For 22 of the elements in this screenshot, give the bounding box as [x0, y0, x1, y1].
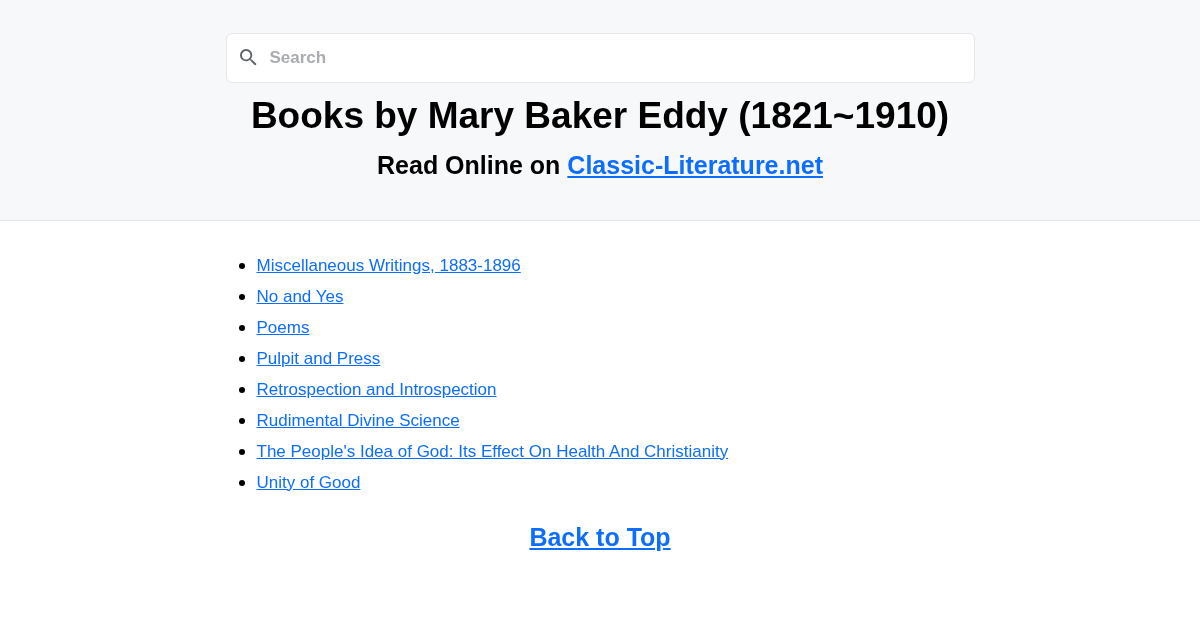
book-link[interactable]: Miscellaneous Writings, 1883-1896: [256, 254, 521, 277]
book-link[interactable]: The People's Idea of God: Its Effect On Health And Christianity: [256, 440, 729, 463]
bullet-icon: [238, 386, 245, 393]
book-link[interactable]: Rudimental Divine Science: [256, 409, 460, 432]
back-to-top-link[interactable]: Back to Top: [529, 520, 671, 554]
page-title: Books by Mary Baker Eddy (1821~1910): [250, 94, 950, 138]
bullet-icon: [238, 293, 245, 300]
site-link[interactable]: Classic-Literature.net: [567, 151, 823, 179]
bullet-icon: [238, 262, 245, 269]
book-link[interactable]: Unity of Good: [256, 471, 361, 494]
bullet-icon: [238, 324, 245, 331]
bullet-icon: [238, 479, 245, 486]
subtitle: Read Online on Classic-Literature.net: [377, 150, 823, 180]
book-link[interactable]: Pulpit and Press: [256, 347, 381, 370]
bullet-icon: [238, 448, 245, 455]
bullet-icon: [238, 355, 245, 362]
bullet-icon: [238, 417, 245, 424]
search-icon: [239, 49, 257, 66]
book-link[interactable]: No and Yes: [256, 285, 344, 308]
book-link[interactable]: Retrospection and Introspection: [256, 378, 497, 401]
search-field[interactable]: Search: [225, 33, 975, 83]
book-link[interactable]: Poems: [256, 316, 310, 339]
